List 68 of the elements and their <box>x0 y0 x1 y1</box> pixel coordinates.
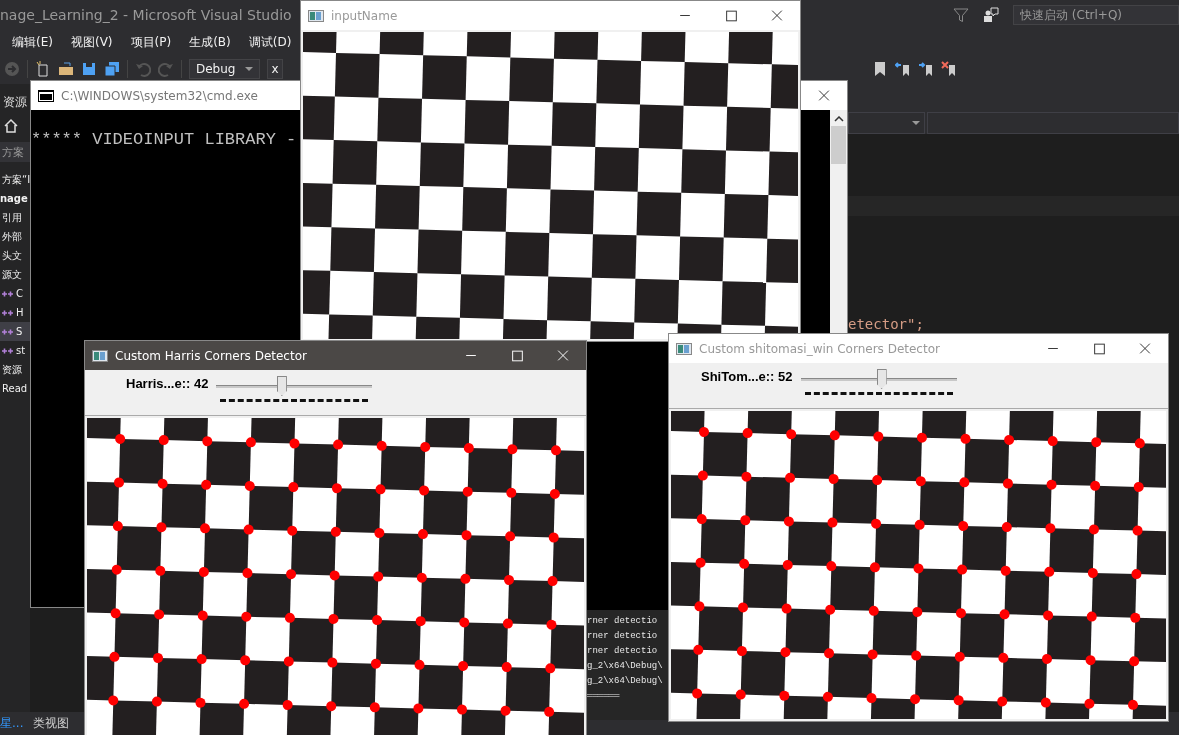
tree-item[interactable]: 引用 <box>0 208 30 227</box>
menu-item[interactable]: 调试(D) <box>248 33 292 51</box>
cpp-file-icon <box>2 308 14 317</box>
tree-item[interactable]: nage <box>0 189 30 208</box>
cpp-file-icon <box>2 327 14 336</box>
console-line: ***** VIDEOINPUT LIBRARY - <box>31 130 298 149</box>
new-item-icon[interactable] <box>35 61 51 77</box>
menu-item[interactable]: 编辑(E) <box>12 33 53 51</box>
menu-item[interactable]: 视图(V) <box>70 33 113 51</box>
app-icon <box>676 342 692 355</box>
caret-icon <box>245 67 254 71</box>
save-all-icon[interactable] <box>104 61 120 77</box>
tree-item[interactable]: C <box>0 284 30 303</box>
save-icon[interactable] <box>81 61 97 77</box>
cpp-file-icon <box>2 289 14 298</box>
menu-item[interactable]: 生成(B) <box>189 33 231 51</box>
window-title: nage_Learning_2 - Microsoft Visual Studio <box>0 7 292 23</box>
window-title: Custom Harris Corners Detector <box>115 348 308 363</box>
open-folder-icon[interactable] <box>58 61 74 77</box>
tree-item[interactable]: Read <box>0 379 30 398</box>
tree-item[interactable]: 资源 <box>0 360 30 379</box>
window-title: inputName <box>331 8 399 23</box>
caret-icon <box>912 121 920 125</box>
home-icon[interactable] <box>3 118 19 134</box>
console-line: rner detectio <box>587 615 658 628</box>
menu-item[interactable]: 项目(P) <box>130 33 172 51</box>
filter-icon[interactable] <box>953 7 969 23</box>
tree-item[interactable]: S <box>0 322 30 341</box>
forward-icon[interactable] <box>4 61 20 77</box>
console-line: rner detectio <box>587 630 658 643</box>
console-icon <box>38 89 54 102</box>
panel-title: 资源 <box>2 94 28 111</box>
clear-bookmarks-icon[interactable] <box>941 61 957 77</box>
tree-item[interactable]: st <box>0 341 30 360</box>
redo-icon[interactable] <box>158 61 174 77</box>
quick-launch-field[interactable]: 快速启动 (Ctrl+Q) <box>1013 5 1179 25</box>
feedback-icon[interactable] <box>983 7 999 23</box>
configuration-dropdown[interactable]: Debug <box>189 59 261 79</box>
next-bookmark-icon[interactable] <box>918 61 934 77</box>
console-line: g_2\x64\Debug\ <box>587 660 663 673</box>
app-icon <box>308 9 324 22</box>
tree-item[interactable]: H <box>0 303 30 322</box>
scrollbar[interactable] <box>830 110 847 334</box>
undo-icon[interactable] <box>135 61 151 77</box>
scroll-up-icon[interactable] <box>833 116 844 122</box>
console-line: g_2\x64\Debug\ <box>587 675 663 688</box>
previous-bookmark-icon[interactable] <box>895 61 911 77</box>
slider-thumb[interactable] <box>876 369 887 389</box>
window-title: Custom shitomasi_win Corners Detector <box>699 341 941 356</box>
console-line: rner detectio <box>587 645 658 658</box>
panel-tab[interactable]: 星... <box>0 715 24 732</box>
tree-item[interactable]: 外部 <box>0 227 30 246</box>
app-icon <box>92 349 108 362</box>
code-line: etector"; <box>848 316 925 332</box>
tree-item[interactable]: 方案“I <box>0 170 30 189</box>
console-line: ══════ <box>587 690 620 703</box>
slider-thumb[interactable] <box>276 376 287 396</box>
panel-tab[interactable]: 类视图 <box>33 715 70 732</box>
tree-item[interactable]: 头文 <box>0 246 30 265</box>
trackbar-label: ShiTom...e:: 52 <box>701 369 793 385</box>
platform-dropdown[interactable]: x <box>267 59 283 79</box>
window-title: C:\WINDOWS\system32\cmd.exe <box>61 88 259 103</box>
bookmark-icon[interactable] <box>872 61 888 77</box>
cpp-file-icon <box>2 346 14 355</box>
search-field[interactable]: 方案 <box>0 142 30 162</box>
scrollbar-thumb[interactable] <box>831 126 846 164</box>
trackbar-label: Harris...e:: 42 <box>126 376 209 392</box>
tree-item[interactable]: 源文 <box>0 265 30 284</box>
